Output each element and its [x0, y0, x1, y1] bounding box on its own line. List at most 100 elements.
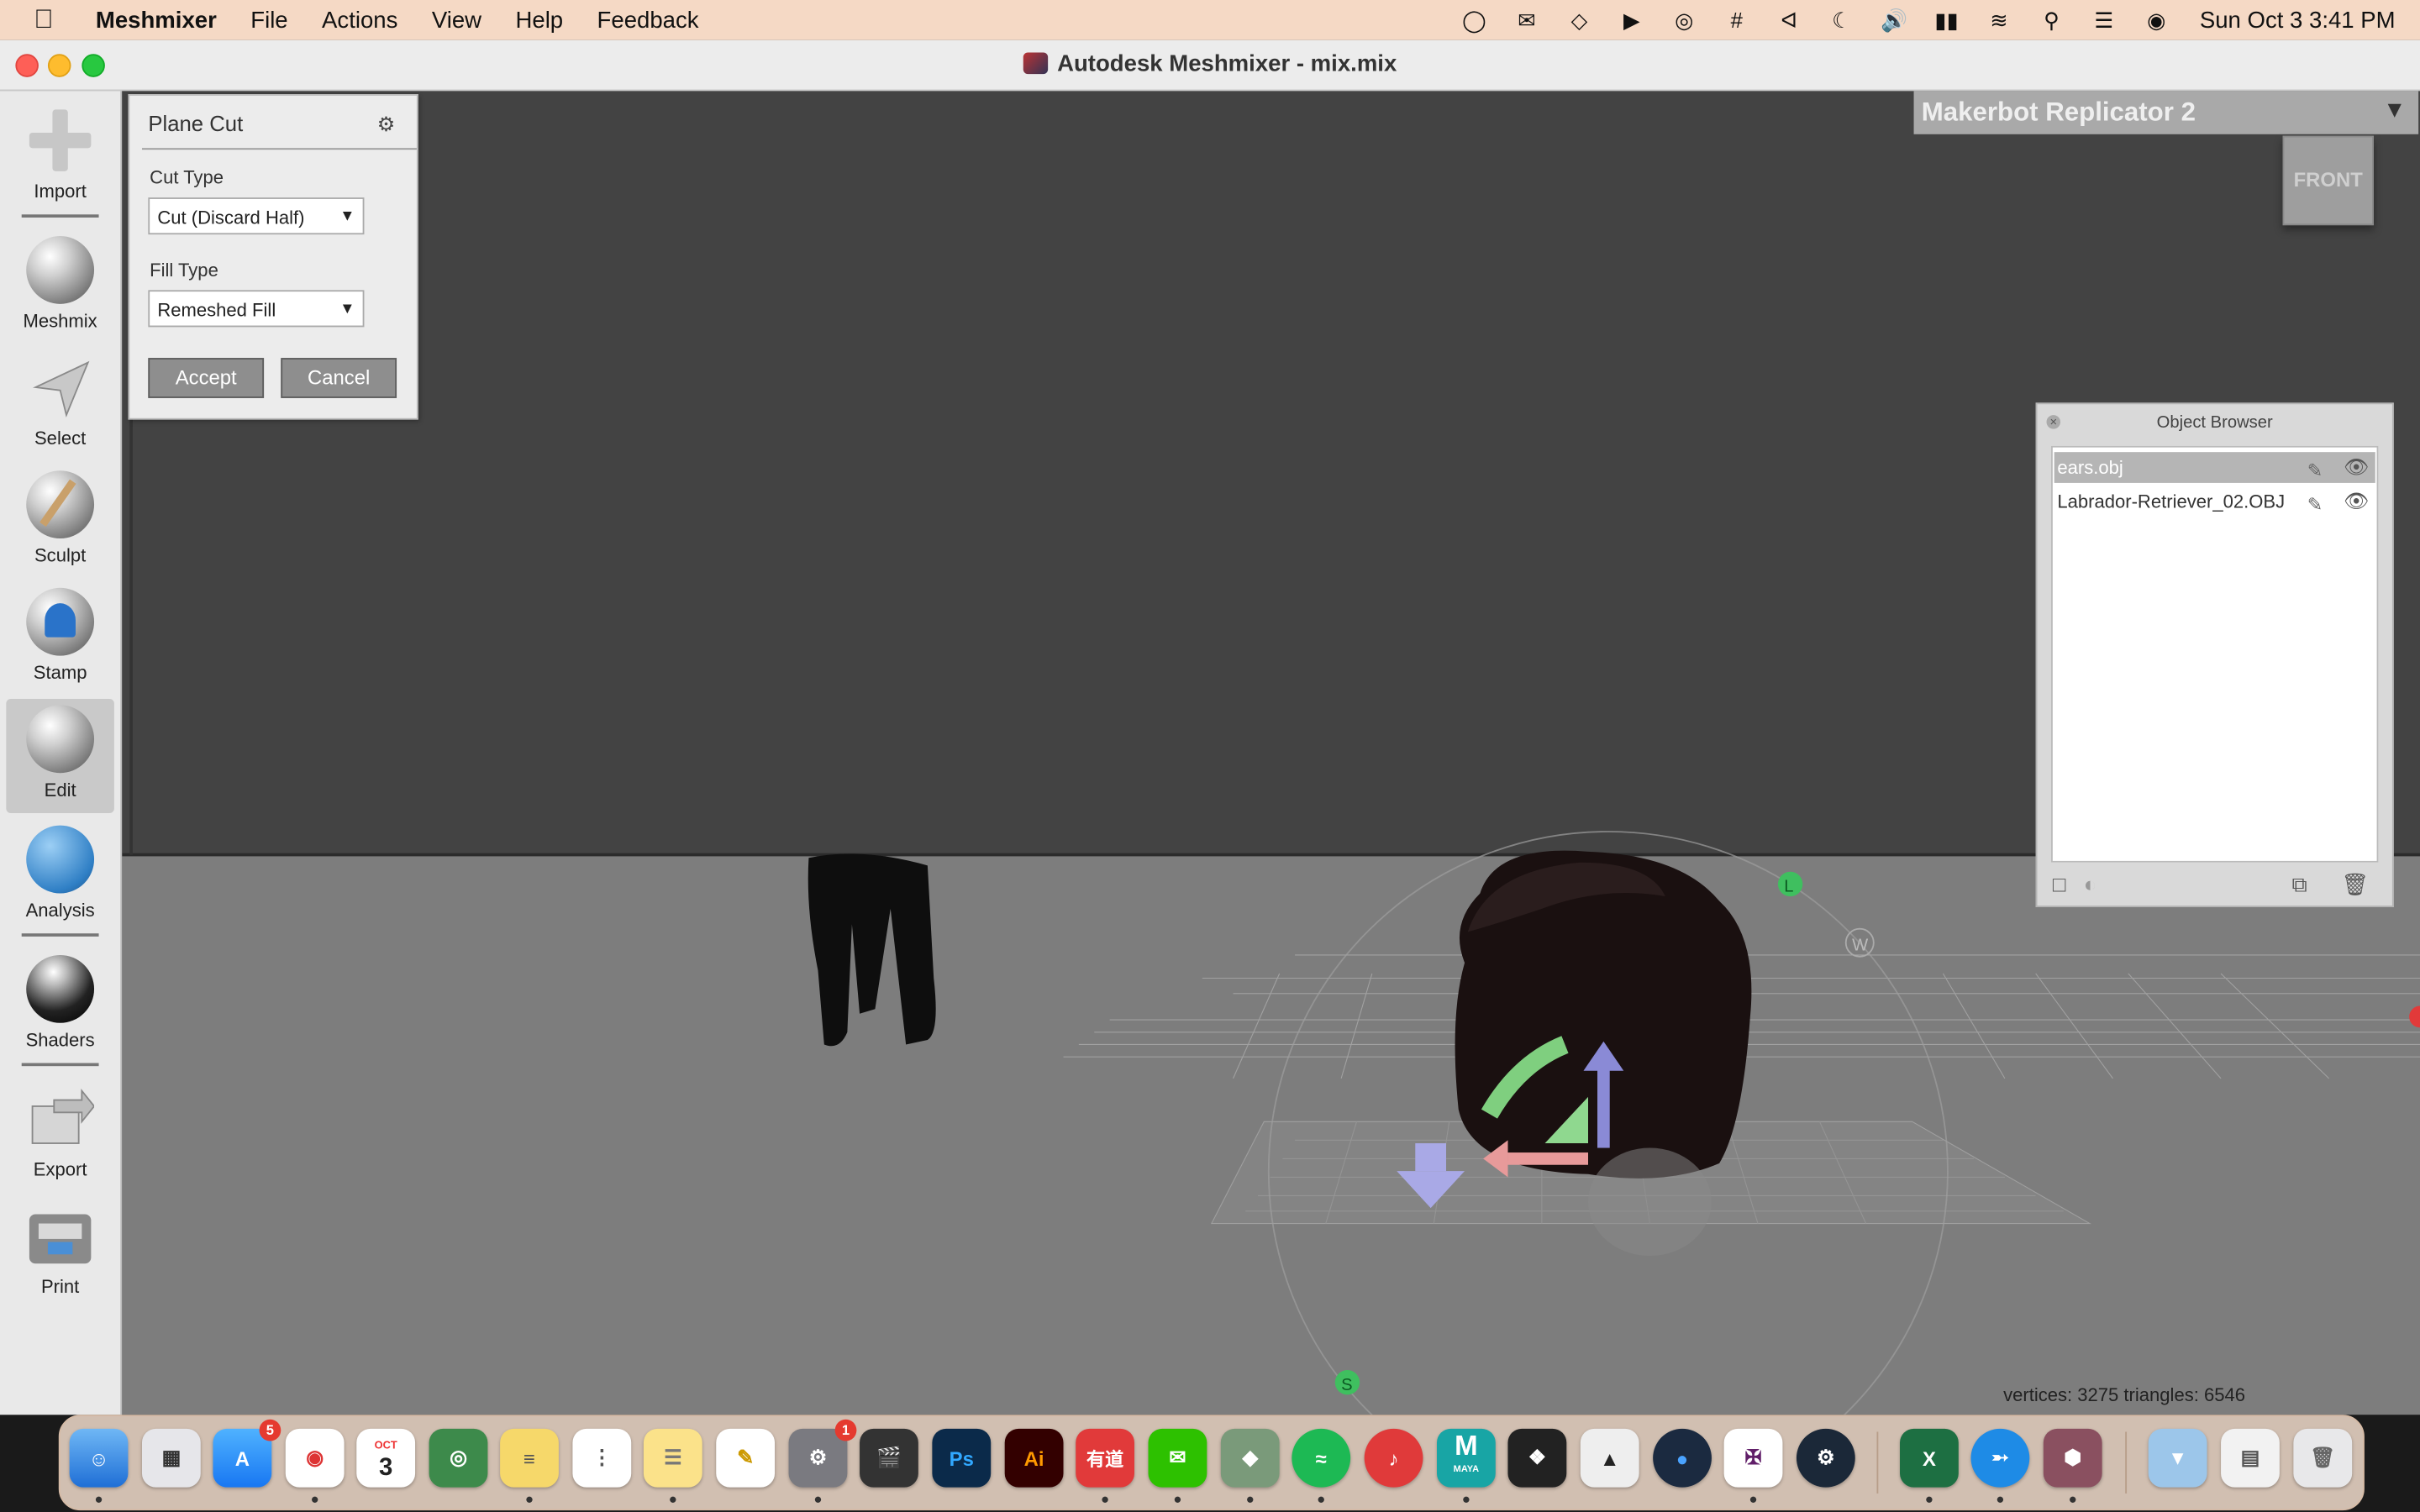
running-indicator: [814, 1496, 822, 1503]
fill-type-label: Fill Type: [150, 259, 218, 281]
cancel-button[interactable]: Cancel: [281, 358, 397, 398]
cut-type-value: Cut (Discard Half): [157, 207, 305, 228]
eye-icon[interactable]: 👁: [2344, 452, 2369, 483]
excel-icon[interactable]: X: [1900, 1428, 1959, 1488]
youdao-icon[interactable]: 有道: [1076, 1428, 1134, 1488]
analysis-tool[interactable]: Analysis: [6, 819, 114, 927]
chevron-down-icon: ▼: [339, 301, 355, 318]
cinema4d-icon[interactable]: ●: [1653, 1428, 1712, 1488]
gear-icon[interactable]: ⚙: [377, 113, 395, 137]
export-tool[interactable]: Export: [6, 1079, 114, 1187]
final-cut-icon[interactable]: 🎬: [860, 1428, 918, 1488]
qq-icon[interactable]: ◇: [1564, 7, 1595, 32]
shape-app-icon[interactable]: ◆: [1220, 1428, 1280, 1488]
sculpt-label: Sculpt: [34, 544, 87, 567]
cut-type-select[interactable]: Cut (Discard Half) ▼: [148, 197, 365, 235]
menu-file[interactable]: File: [250, 7, 287, 33]
object-row[interactable]: ears.obj ✎ 👁: [2054, 452, 2375, 483]
creative-cloud-icon[interactable]: ◯: [1459, 7, 1490, 32]
duplicate-icon[interactable]: ⧉: [2292, 872, 2307, 898]
system-preferences-icon[interactable]: ⚙ 1: [788, 1419, 857, 1488]
printer-icon: [26, 1202, 94, 1270]
menu-view[interactable]: View: [432, 7, 481, 33]
select-tool[interactable]: Select: [6, 347, 114, 455]
netease-music-icon[interactable]: ♪: [1364, 1428, 1423, 1488]
plane-cut-panel: Plane Cut ⚙ Cut Type Cut (Discard Half) …: [128, 94, 418, 420]
safari-icon[interactable]: ➵: [1970, 1428, 2030, 1488]
wechat-icon[interactable]: ✉: [1512, 7, 1543, 32]
hashtag-icon[interactable]: #: [1721, 8, 1752, 32]
chrome-icon[interactable]: ◉: [285, 1428, 345, 1488]
object-row[interactable]: Labrador-Retriever_02.OBJ ✎ 👁: [2054, 486, 2375, 517]
dock-divider: [1876, 1431, 1879, 1494]
wifi-icon[interactable]: ≋: [1984, 7, 2015, 32]
play-icon[interactable]: ▶: [1617, 7, 1648, 32]
finder-icon[interactable]: ☺: [69, 1428, 129, 1488]
menu-actions[interactable]: Actions: [322, 7, 397, 33]
menu-clock[interactable]: Sun Oct 3 3:41 PM: [2200, 7, 2396, 33]
cut-type-label: Cut Type: [150, 166, 224, 189]
running-indicator: [1463, 1496, 1470, 1503]
pencil-icon[interactable]: ✎: [2307, 455, 2323, 486]
import-tool[interactable]: Import: [6, 100, 114, 208]
meshmix-tool[interactable]: Meshmix: [6, 230, 114, 339]
gizmo-w-label: W: [1852, 936, 1868, 954]
fill-type-select[interactable]: Remeshed Fill ▼: [148, 290, 365, 328]
menu-feedback[interactable]: Feedback: [597, 7, 699, 33]
chevron-down-icon: ▼: [339, 207, 355, 226]
stamp-tool[interactable]: Stamp: [6, 581, 114, 690]
control-center-icon[interactable]: ☰: [2089, 7, 2120, 32]
spotify-icon[interactable]: ≈: [1292, 1428, 1351, 1488]
print-tool[interactable]: Print: [6, 1195, 114, 1304]
launchpad-icon[interactable]: ▦: [141, 1428, 201, 1488]
trash-bin-icon[interactable]: 🗑: [2293, 1428, 2353, 1488]
volume-icon[interactable]: 🔊: [1879, 7, 1910, 32]
gizmo-s-label: S: [1341, 1376, 1352, 1394]
downloads-folder-icon[interactable]: ▾: [2148, 1428, 2207, 1488]
sculpt-tool[interactable]: Sculpt: [6, 465, 114, 573]
trash-icon[interactable]: 🗑: [2341, 872, 2369, 898]
running-indicator: [1318, 1496, 1324, 1503]
pencil-app-icon[interactable]: ✎: [716, 1428, 776, 1488]
accept-button[interactable]: Accept: [148, 358, 265, 398]
object-browser-title: Object Browser: [2156, 413, 2273, 433]
recent-docs-icon[interactable]: ▤: [2221, 1428, 2280, 1488]
chevron-down-icon: ▼: [2383, 97, 2407, 123]
menu-help[interactable]: Help: [515, 7, 563, 33]
figma-icon[interactable]: ❖: [1507, 1428, 1567, 1488]
slack-icon[interactable]: ✠: [1723, 1428, 1783, 1488]
steam-icon[interactable]: ⚙: [1796, 1428, 1855, 1488]
vpn-icon[interactable]: ◎: [1669, 7, 1700, 32]
moon-icon[interactable]: ☾: [1826, 7, 1857, 32]
apple-icon[interactable]: : [34, 5, 61, 36]
vpn-app-icon[interactable]: ◎: [429, 1428, 488, 1488]
photoshop-icon[interactable]: Ps: [932, 1428, 992, 1488]
search-icon[interactable]: ⚲: [2036, 7, 2067, 32]
menu-app-name[interactable]: Meshmixer: [96, 7, 217, 33]
export-label: Export: [33, 1158, 87, 1181]
import-label: Import: [34, 180, 87, 202]
maya-icon[interactable]: M MAYA: [1437, 1428, 1496, 1488]
pencil-icon[interactable]: ✎: [2307, 489, 2323, 520]
view-cube[interactable]: FRONT: [2282, 135, 2374, 226]
printer-select[interactable]: Makerbot Replicator 2 ▼: [1913, 91, 2419, 134]
calendar-icon[interactable]: OCT 3: [356, 1428, 416, 1488]
illustrator-icon[interactable]: Ai: [1004, 1428, 1064, 1488]
rhino-icon[interactable]: ▲: [1580, 1428, 1639, 1488]
battery-icon[interactable]: ▮▮: [1931, 7, 1962, 32]
object-list: ears.obj ✎ 👁 Labrador-Retriever_02.OBJ ✎…: [2051, 445, 2379, 863]
bluetooth-icon[interactable]: ᐊ: [1774, 7, 1805, 32]
wechat-app-icon[interactable]: ✉: [1148, 1428, 1207, 1488]
edit-tool[interactable]: Edit: [6, 699, 114, 813]
siri-icon[interactable]: ◉: [2141, 7, 2172, 32]
cube-icon[interactable]: □: [2053, 872, 2066, 896]
stamp-label: Stamp: [33, 661, 87, 684]
shaders-tool[interactable]: Shaders: [6, 949, 114, 1058]
stickies-icon[interactable]: ≡: [500, 1428, 559, 1488]
app-store-icon[interactable]: A5: [213, 1419, 281, 1488]
clock-icon[interactable]: ◐: [2084, 872, 2097, 896]
reminders-icon[interactable]: ⋮: [572, 1428, 632, 1488]
meshmixer-icon[interactable]: ⬢: [2043, 1428, 2102, 1488]
eye-icon[interactable]: 👁: [2344, 486, 2369, 517]
notes-icon[interactable]: ☰: [643, 1428, 702, 1488]
